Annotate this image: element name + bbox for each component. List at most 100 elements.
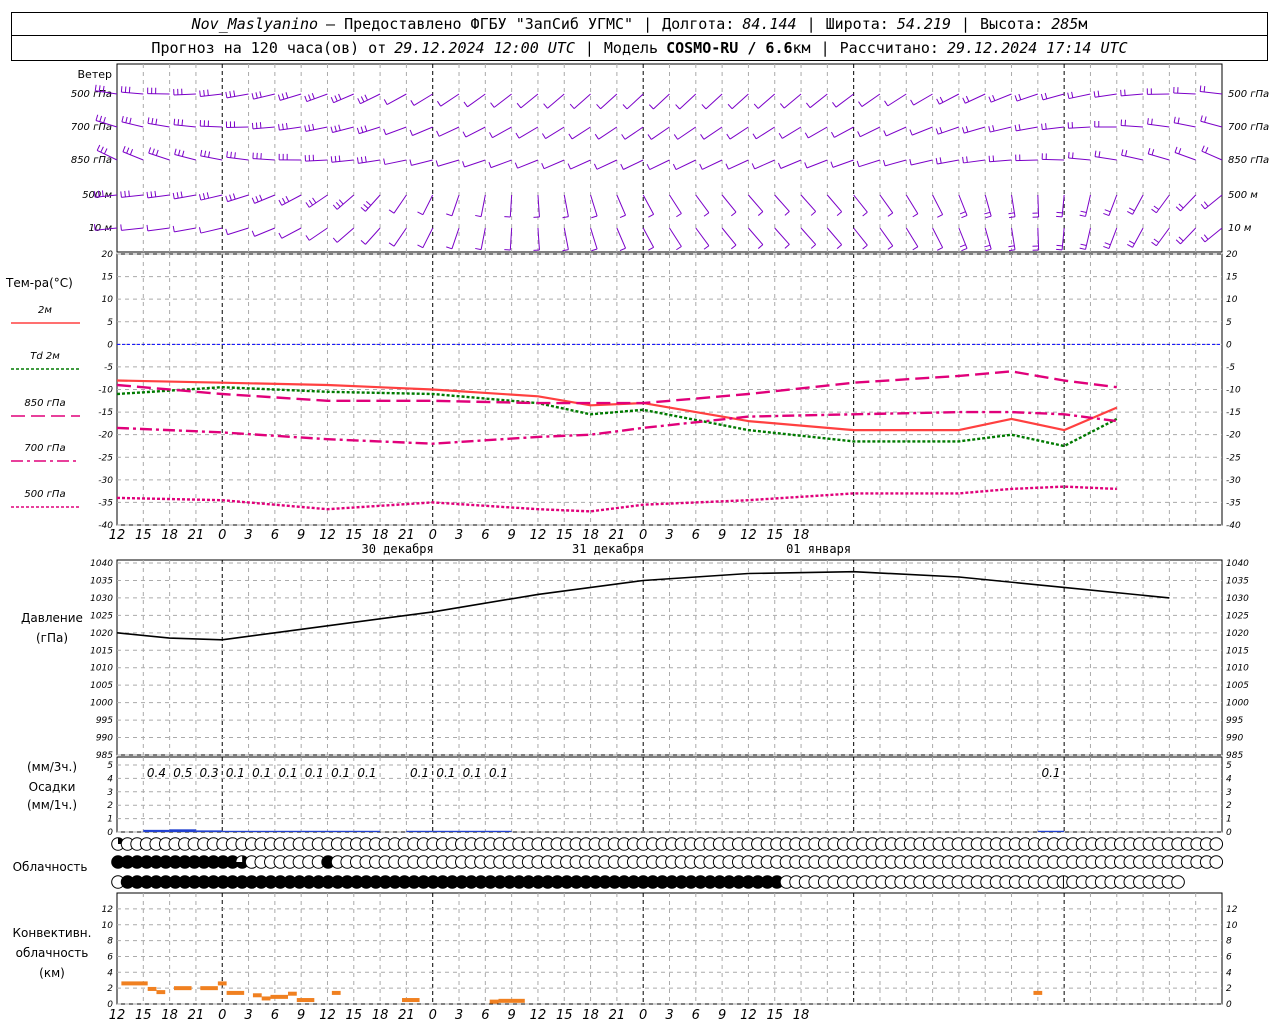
wind-barb — [360, 93, 381, 105]
pressure-ytick-left: 1020 — [90, 629, 113, 639]
wind-barb — [518, 126, 539, 139]
wind-barb-feather — [146, 224, 149, 231]
time-axis-label-bottom: 21 — [188, 1008, 205, 1023]
wind-barb-feather — [726, 133, 731, 140]
wind-barb-feather — [961, 127, 965, 134]
wind-barb — [989, 159, 1012, 163]
wind-barb — [493, 93, 512, 108]
wind-barb-feather — [120, 86, 123, 93]
wind-barb — [545, 126, 565, 140]
wind-barb — [1015, 159, 1038, 162]
wind-barb-feather — [121, 115, 124, 123]
wind-barb-feather — [593, 163, 598, 170]
wind-barb-feather — [779, 103, 785, 109]
wind-barb-feather — [490, 102, 495, 108]
wind-barb — [721, 194, 737, 213]
wind-barb-feather — [1045, 123, 1047, 130]
wind-barb-feather — [622, 104, 628, 110]
wind-barb-feather — [648, 246, 654, 251]
wind-barb-feather — [806, 102, 811, 108]
pressure-ytick-left: 1035 — [90, 576, 113, 586]
wind-barb-feather — [446, 246, 453, 250]
precipitation-ytick-right: 2 — [1226, 801, 1232, 811]
wind-barb-feather — [591, 215, 598, 219]
wind-barb-feather — [463, 101, 468, 108]
wind-barb-feather — [1104, 242, 1111, 246]
wind-barb-feather — [1093, 91, 1096, 98]
time-axis-label-bottom: 3 — [455, 1008, 463, 1023]
convective-ytick-right: 8 — [1226, 937, 1232, 947]
wind-barb — [774, 194, 790, 212]
wind-barb-feather — [935, 158, 938, 165]
wind-barb — [800, 194, 817, 212]
wind-barb-feather — [259, 91, 262, 98]
wind-barb — [731, 93, 749, 110]
wind-barb — [705, 93, 723, 110]
wind-barb — [826, 194, 843, 213]
temperature-ytick-right: -5 — [1226, 363, 1235, 373]
wind-barb-feather — [1080, 210, 1087, 214]
wind-barb — [1204, 227, 1223, 243]
pressure-ytick-right: 1000 — [1226, 699, 1249, 709]
temperature-ytick-right: -15 — [1226, 408, 1241, 418]
convective-ytick-right: 10 — [1226, 921, 1238, 931]
wind-barb-feather — [1008, 245, 1015, 248]
wind-barb — [626, 93, 644, 110]
time-axis-label-bottom: 15 — [135, 1008, 152, 1023]
time-axis-label: 18 — [582, 528, 599, 543]
wind-level-label: 500 гПа — [71, 89, 112, 100]
convective-cloud-bar — [252, 993, 262, 998]
precipitation-amount-label: 0.1 — [305, 766, 324, 780]
wind-barb-feather — [312, 123, 315, 130]
wind-barb-feather — [226, 151, 228, 158]
wind-barb-feather — [129, 149, 134, 155]
wind-barb-feather — [1128, 207, 1135, 212]
wind-title: Ветер — [78, 68, 112, 81]
wind-barb-feather — [1008, 212, 1015, 215]
wind-barb-feather — [234, 152, 236, 159]
wind-barb-feather — [961, 214, 968, 219]
wind-barb — [465, 126, 486, 138]
wind-barb-feather — [285, 123, 288, 130]
wind-barb-feather — [251, 197, 255, 204]
precipitation-amount-label: 0.5 — [173, 766, 192, 780]
temperature-series-line — [116, 485, 1117, 513]
time-axis-label-bottom: 12 — [319, 1008, 336, 1023]
wind-barb-feather — [281, 123, 284, 130]
wind-barb-feather — [910, 99, 915, 106]
wind-barb-feather — [909, 159, 912, 166]
wind-barb-feather — [804, 162, 808, 169]
wind-barb-feather — [961, 247, 968, 252]
wind-barb — [1148, 153, 1170, 161]
wind-barb — [774, 227, 790, 245]
precipitation-bar — [301, 830, 328, 832]
convective-ytick-left: 12 — [102, 905, 114, 915]
wind-barb — [1121, 154, 1144, 161]
wind-barb — [467, 93, 486, 108]
pressure-ytick-right: 995 — [1226, 716, 1243, 726]
wind-barb-feather — [338, 155, 341, 162]
wind-barb — [748, 194, 764, 212]
wind-barb-feather — [887, 212, 894, 217]
wind-barb — [695, 227, 710, 247]
wind-barb — [1132, 227, 1144, 248]
wind-barb — [642, 227, 655, 248]
wind-barb-feather — [173, 118, 176, 125]
wind-barb-feather — [255, 92, 258, 99]
wind-barb — [1121, 93, 1144, 97]
wind-barb-feather — [1121, 149, 1124, 156]
wind-barb — [835, 93, 854, 108]
wind-barb — [679, 93, 697, 110]
wind-barb-feather — [181, 119, 184, 126]
time-axis-label: 21 — [609, 528, 626, 543]
wind-barb-feather — [1178, 236, 1184, 242]
time-axis-label: 12 — [109, 528, 126, 543]
wind-barb-feather — [365, 201, 372, 206]
wind-barb — [440, 93, 460, 107]
wind-barb-feather — [1120, 89, 1122, 96]
precipitation-ytick-right: 0 — [1226, 828, 1232, 838]
precipitation-amount-label: 0.1 — [410, 766, 429, 780]
wind-barb — [600, 93, 618, 110]
wind-barb — [336, 194, 355, 210]
time-axis-label: 15 — [346, 528, 363, 543]
